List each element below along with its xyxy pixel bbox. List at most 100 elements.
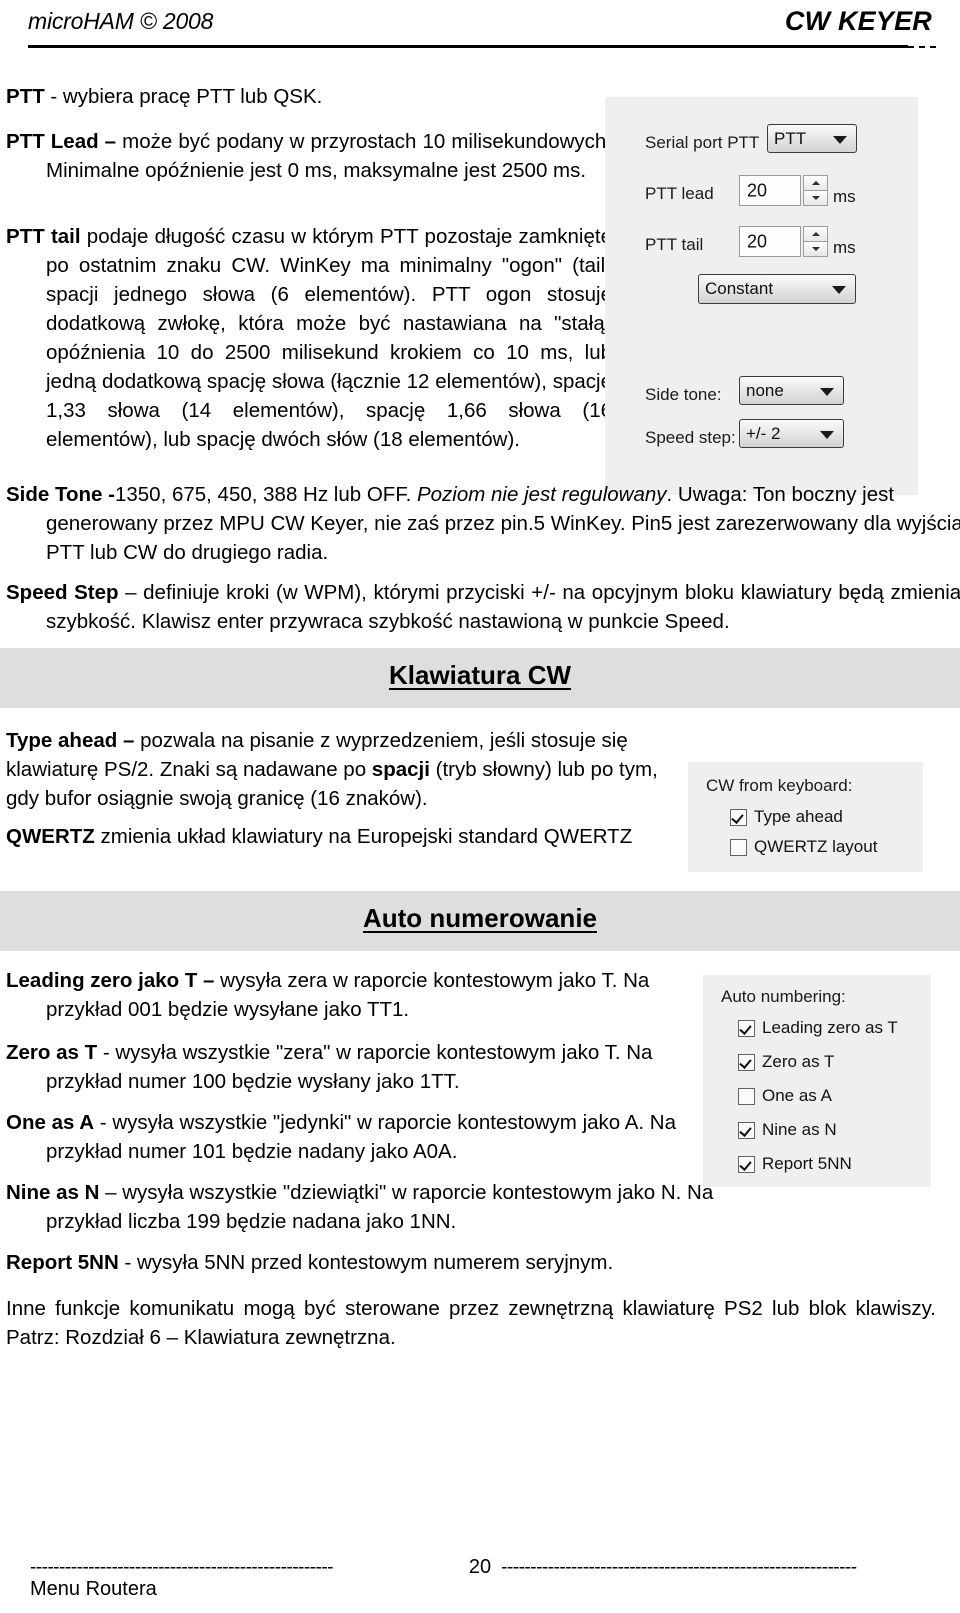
brand-label: microHAM © 2008	[28, 8, 214, 34]
ptt-lead-unit: ms	[833, 187, 856, 206]
checkbox-row-report-5nn[interactable]: Report 5NN	[738, 1154, 852, 1174]
paragraph-ptt-lead: PTT Lead – może być podany w przyrostach…	[6, 127, 612, 185]
paragraph-closing: Inne funkcje komunikatu mogą być sterowa…	[6, 1294, 936, 1352]
term-nine-as-n: Nine as N	[6, 1181, 100, 1204]
section-heading-autonumber: Auto numerowanie	[362, 903, 597, 933]
ptt-tail-unit: ms	[833, 238, 856, 257]
text-one-as-a: - wysyła wszystkie "jedynki" w raporcie …	[46, 1111, 677, 1163]
speed-step-dropdown[interactable]: +/- 2	[739, 419, 844, 448]
text-report-5nn: - wysyła 5NN przed kontestowym numerem s…	[118, 1251, 614, 1274]
text-qwertz: zmienia układ klawiatury na Europejski s…	[94, 825, 633, 848]
chevron-down-icon	[820, 387, 834, 396]
document-title: CW KEYER	[784, 6, 932, 36]
nine-as-n-label: Nine as N	[762, 1120, 837, 1139]
page-number: 20	[468, 1556, 492, 1578]
checkbox-row-nine-as-n[interactable]: Nine as N	[738, 1120, 837, 1140]
term-qwertz: QWERTZ	[6, 825, 95, 848]
checkbox-row-qwertz-layout[interactable]: QWERTZ layout	[730, 837, 877, 857]
ptt-lead-stepper-down[interactable]	[803, 190, 828, 206]
side-tone-label: Side tone:	[645, 385, 722, 404]
term-speed-step: Speed Step	[6, 581, 119, 604]
speed-step-value: +/- 2	[746, 423, 781, 443]
paragraph-type-ahead: Type ahead – pozwala na pisanie z wyprze…	[6, 726, 671, 813]
ptt-lead-label: PTT lead	[645, 184, 714, 203]
serial-port-ptt-value: PTT	[774, 128, 807, 148]
term-side-tone: Side Tone -	[6, 483, 115, 506]
ptt-lead-value: 20	[747, 180, 768, 200]
side-tone-dropdown[interactable]: none	[739, 376, 844, 405]
caret-down-icon	[811, 247, 820, 251]
text-ptt-tail: podaje długość czasu w którym PTT pozost…	[46, 225, 612, 451]
report-5nn-checkbox[interactable]	[738, 1155, 755, 1173]
paragraph-ptt-intro: PTT - wybiera pracę PTT lub QSK.	[6, 82, 566, 111]
nine-as-n-checkbox[interactable]	[738, 1121, 755, 1139]
leading-zero-as-t-label: Leading zero as T	[762, 1018, 898, 1037]
ptt-lead-input[interactable]: 20	[739, 175, 801, 206]
text-side-tone-1: 1350, 675, 450, 388 Hz lub OFF.	[114, 483, 417, 506]
speed-step-label: Speed step:	[645, 428, 736, 447]
report-5nn-label: Report 5NN	[762, 1154, 852, 1173]
checkbox-row-zero-as-t[interactable]: Zero as T	[738, 1052, 834, 1072]
ptt-tail-stepper-up[interactable]	[803, 226, 828, 241]
text-side-tone-italic: Poziom nie jest regulowany	[416, 483, 667, 506]
paragraph-one-as-a: One as A - wysyła wszystkie "jedynki" w …	[6, 1108, 726, 1166]
paragraph-report-5nn: Report 5NN - wysyła 5NN przed kontestowy…	[6, 1248, 806, 1277]
paragraph-nine-as-n: Nine as N – wysyła wszystkie "dziewiątki…	[6, 1178, 746, 1236]
paragraph-ptt-tail: PTT tail podaje długość czasu w którym P…	[6, 222, 612, 454]
term-zero-as-t: Zero as T	[6, 1041, 98, 1064]
checkbox-row-leading-zero-as-t[interactable]: Leading zero as T	[738, 1018, 898, 1038]
screenshot-auto-numbering: Auto numbering: Leading zero as T Zero a…	[703, 975, 931, 1187]
caret-down-icon	[811, 196, 820, 200]
header-rule	[28, 45, 908, 48]
footer-dashes-right: ----------------------------------------…	[501, 1556, 857, 1578]
checkbox-row-type-ahead[interactable]: Type ahead	[730, 807, 843, 827]
ptt-tail-input[interactable]: 20	[739, 226, 801, 257]
term-leading-zero: Leading zero jako T –	[6, 969, 215, 992]
ptt-tail-label: PTT tail	[645, 235, 704, 254]
caret-up-icon	[811, 181, 820, 185]
text-type-ahead-bold: spacji	[371, 758, 430, 781]
ptt-lead-stepper-up[interactable]	[803, 175, 828, 190]
page-footer: ----------------------------------------…	[30, 1556, 930, 1579]
one-as-a-label: One as A	[762, 1086, 832, 1105]
screenshot-ptt-settings: Serial port PTT PTT PTT lead 20 ms PTT t…	[605, 97, 918, 495]
ptt-mode-value: Constant	[705, 279, 774, 298]
ptt-tail-stepper[interactable]	[803, 226, 828, 257]
one-as-a-checkbox[interactable]	[738, 1087, 755, 1105]
text-closing: Inne funkcje komunikatu mogą być sterowa…	[6, 1297, 936, 1349]
serial-port-ptt-dropdown[interactable]: PTT	[767, 124, 857, 153]
term-one-as-a: One as A	[6, 1111, 95, 1134]
ptt-lead-stepper[interactable]	[803, 175, 828, 206]
ptt-mode-dropdown[interactable]: Constant	[698, 274, 856, 304]
type-ahead-label: Type ahead	[754, 807, 843, 826]
type-ahead-checkbox[interactable]	[730, 808, 747, 826]
footer-dashes-left: ----------------------------------------…	[30, 1556, 334, 1578]
ptt-tail-value: 20	[747, 231, 768, 251]
serial-port-ptt-label: Serial port PTT	[645, 133, 760, 152]
paragraph-leading-zero: Leading zero jako T – wysyła zera w rapo…	[6, 966, 726, 1024]
ptt-tail-stepper-down[interactable]	[803, 241, 828, 257]
checkbox-row-one-as-a[interactable]: One as A	[738, 1086, 832, 1106]
auto-numbering-label: Auto numbering:	[721, 987, 846, 1006]
leading-zero-as-t-checkbox[interactable]	[738, 1019, 755, 1037]
zero-as-t-checkbox[interactable]	[738, 1053, 755, 1071]
chevron-down-icon	[820, 430, 834, 439]
page-header: microHAM © 2008 CW KEYER	[28, 6, 932, 50]
term-type-ahead: Type ahead –	[6, 729, 135, 752]
text-ptt-lead: może być podany w przyrostach 10 milisek…	[46, 130, 612, 182]
header-rule-tail	[908, 46, 936, 48]
qwertz-layout-checkbox[interactable]	[730, 838, 747, 856]
text-nine-as-n: – wysyła wszystkie "dziewiątki" w raporc…	[46, 1181, 714, 1233]
footer-note: Menu Routera	[30, 1578, 157, 1600]
paragraph-zero-as-t: Zero as T - wysyła wszystkie "zera" w ra…	[6, 1038, 726, 1096]
qwertz-layout-label: QWERTZ layout	[754, 837, 878, 856]
term-ptt-lead: PTT Lead –	[6, 130, 117, 153]
text-ptt-intro: - wybiera pracę PTT lub QSK.	[44, 85, 323, 108]
term-report-5nn: Report 5NN	[6, 1251, 119, 1274]
text-speed-step: – definiuje kroki (w WPM), którymi przyc…	[46, 581, 960, 633]
text-zero-as-t: - wysyła wszystkie "zera" w raporcie kon…	[46, 1041, 653, 1093]
section-heading-keyboard: Klawiatura CW	[388, 660, 572, 690]
paragraph-qwertz: QWERTZ zmienia układ klawiatury na Europ…	[6, 822, 671, 851]
term-ptt-tail: PTT tail	[6, 225, 81, 248]
side-tone-value: none	[746, 380, 784, 400]
